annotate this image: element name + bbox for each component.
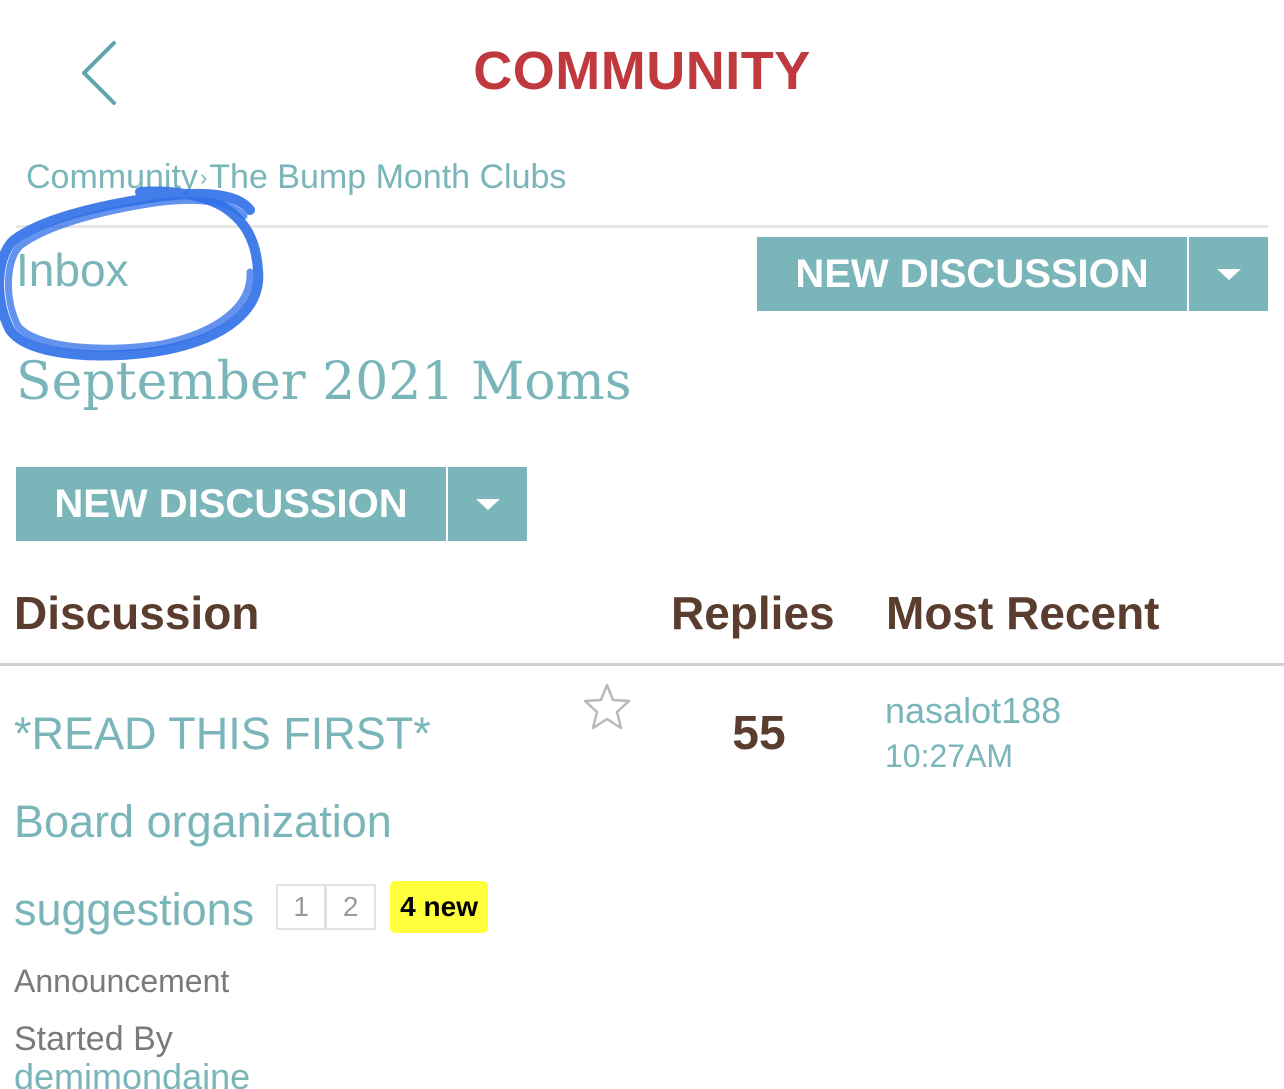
caret-down-icon xyxy=(1216,268,1241,280)
most-recent-time: 10:27AM xyxy=(885,738,1014,774)
discussion-title-block: *READ THIS FIRST* Board organization sug… xyxy=(14,690,554,954)
new-discussion-button[interactable]: NEW DISCUSSION xyxy=(16,467,446,541)
page-link-1[interactable]: 1 xyxy=(276,884,327,931)
new-discussion-button[interactable]: NEW DISCUSSION xyxy=(757,237,1187,311)
app-title: COMMUNITY xyxy=(473,41,811,101)
new-discussion-split-button: NEW DISCUSSION xyxy=(16,467,527,541)
new-discussion-dropdown-button[interactable] xyxy=(448,467,527,541)
started-by-label: Started By xyxy=(14,1020,173,1058)
breadcrumb-month-clubs[interactable]: The Bump Month Clubs xyxy=(209,158,566,196)
discussion-category: Announcement xyxy=(14,963,230,999)
star-icon xyxy=(583,683,631,730)
started-by-user-link[interactable]: demimondaine xyxy=(14,1056,250,1089)
breadcrumb-community[interactable]: Community xyxy=(26,158,198,196)
caret-down-icon xyxy=(475,498,500,510)
bookmark-star-button[interactable] xyxy=(582,682,632,732)
new-posts-badge[interactable]: 4 new xyxy=(390,881,488,934)
board-title: September 2021 Moms xyxy=(16,352,632,412)
divider xyxy=(16,225,1268,228)
breadcrumb: Community›The Bump Month Clubs xyxy=(26,158,566,197)
replies-count: 55 xyxy=(732,707,786,760)
new-discussion-split-button-top: NEW DISCUSSION xyxy=(757,237,1268,311)
page-link-2[interactable]: 2 xyxy=(326,884,377,931)
page-links: 12 xyxy=(276,884,377,931)
column-header-replies[interactable]: Replies xyxy=(671,586,835,640)
most-recent-user-link[interactable]: nasalot188 xyxy=(885,690,1061,732)
table-header-divider xyxy=(0,663,1284,666)
column-header-most-recent[interactable]: Most Recent xyxy=(886,586,1159,640)
column-header-discussion[interactable]: Discussion xyxy=(14,586,259,640)
new-discussion-dropdown-button[interactable] xyxy=(1189,237,1268,311)
breadcrumb-separator: › xyxy=(199,165,208,190)
inbox-link[interactable]: Inbox xyxy=(16,243,129,297)
